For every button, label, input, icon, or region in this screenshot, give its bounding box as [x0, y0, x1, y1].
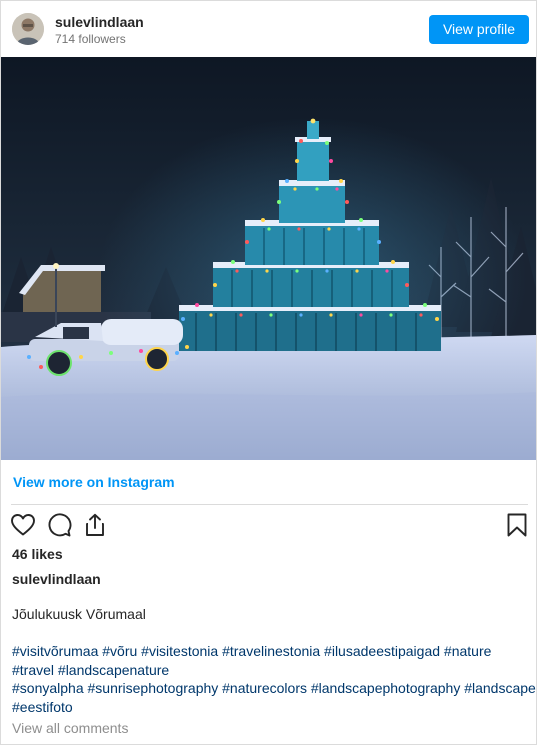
likes-count[interactable]: 46 likes [12, 546, 63, 562]
hashtag-line[interactable]: #eestifoto [12, 698, 532, 717]
view-more-link[interactable]: View more on Instagram [13, 474, 175, 490]
post-header: sulevlindlaan 714 followers View profile [1, 1, 536, 57]
hashtag-line[interactable]: #travel #landscapenature [12, 661, 532, 680]
username[interactable]: sulevlindlaan [55, 14, 144, 30]
heart-icon[interactable] [10, 512, 36, 538]
caption-text: Jõulukuusk Võrumaal [12, 606, 146, 622]
hashtag-line[interactable]: #sonyalpha #sunrisephotography #natureco… [12, 679, 536, 698]
instagram-embed-card: sulevlindlaan 714 followers View profile [0, 0, 537, 745]
comment-icon[interactable] [46, 512, 72, 538]
hashtags: #visitvõrumaa #võru #visitestonia #trave… [12, 642, 536, 717]
caption-username[interactable]: sulevlindlaan [12, 571, 101, 587]
view-profile-button[interactable]: View profile [429, 15, 529, 44]
followers-count: 714 followers [55, 32, 126, 46]
post-photo[interactable] [1, 57, 536, 460]
bookmark-icon[interactable] [504, 512, 530, 538]
view-all-comments-link[interactable]: View all comments [12, 720, 128, 736]
avatar[interactable] [12, 13, 44, 45]
hashtag-line[interactable]: #visitvõrumaa #võru #visitestonia #trave… [12, 642, 532, 661]
share-icon[interactable] [82, 512, 108, 538]
divider [11, 504, 528, 505]
